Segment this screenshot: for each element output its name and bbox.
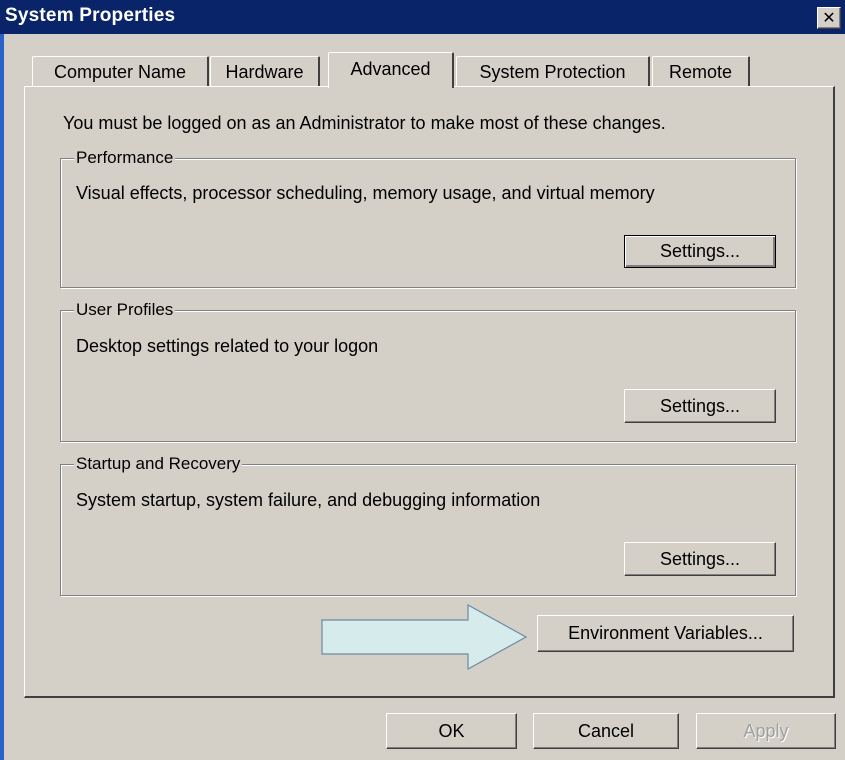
tab-system-protection[interactable]: System Protection — [456, 56, 650, 86]
performance-group-label: Performance — [74, 148, 176, 168]
user-profiles-description: Desktop settings related to your logon — [76, 336, 379, 356]
window-left-border — [0, 0, 4, 760]
performance-settings-button[interactable]: Settings... — [624, 235, 776, 268]
user-profiles-group-label: User Profiles — [74, 300, 176, 320]
tab-remote[interactable]: Remote — [652, 56, 750, 86]
ok-button[interactable]: OK — [386, 713, 517, 749]
startup-recovery-group — [60, 464, 796, 596]
button-label: Environment Variables... — [568, 623, 763, 643]
performance-description: Visual effects, processor scheduling, me… — [76, 183, 655, 203]
window-title: System Properties — [5, 5, 176, 26]
apply-button[interactable]: Apply — [696, 713, 836, 749]
tab-hardware[interactable]: Hardware — [210, 56, 320, 86]
button-label: Settings... — [659, 241, 741, 261]
startup-recovery-settings-button[interactable]: Settings... — [624, 542, 776, 576]
performance-group — [60, 158, 796, 288]
user-profiles-settings-button[interactable]: Settings... — [624, 389, 776, 423]
annotation-arrow-icon — [321, 603, 528, 671]
cancel-button[interactable]: Cancel — [533, 713, 679, 749]
admin-note: You must be logged on as an Administrato… — [63, 113, 666, 133]
button-label: OK — [438, 720, 465, 741]
button-label: Settings... — [659, 395, 741, 416]
button-label: Settings... — [659, 548, 741, 569]
environment-variables-button[interactable]: Environment Variables... — [537, 615, 794, 652]
button-label: Cancel — [577, 720, 635, 741]
tab-label: Computer Name — [53, 62, 187, 82]
tab-label: Advanced — [350, 59, 431, 79]
close-button[interactable]: ✕ — [817, 7, 841, 29]
tab-label: Hardware — [225, 62, 304, 82]
close-icon: ✕ — [822, 8, 836, 27]
tab-label: Remote — [668, 62, 733, 82]
startup-recovery-description: System startup, system failure, and debu… — [76, 490, 541, 510]
tab-label: System Protection — [479, 62, 626, 82]
button-label: Apply — [743, 720, 789, 741]
title-bar[interactable]: System Properties ✕ — [0, 0, 845, 34]
startup-recovery-group-label: Startup and Recovery — [74, 454, 243, 474]
tab-advanced[interactable]: Advanced — [328, 52, 454, 88]
tab-computer-name[interactable]: Computer Name — [32, 56, 209, 86]
